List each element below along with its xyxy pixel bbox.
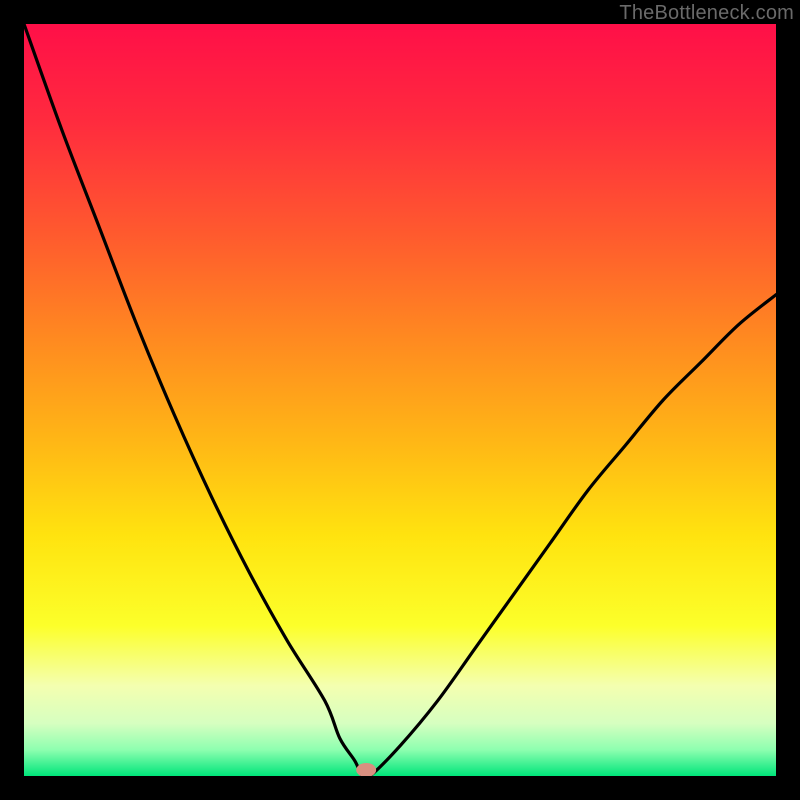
bottleneck-chart	[24, 24, 776, 776]
chart-frame: TheBottleneck.com	[0, 0, 800, 800]
plot-area	[24, 24, 776, 776]
attribution-text: TheBottleneck.com	[619, 2, 794, 25]
